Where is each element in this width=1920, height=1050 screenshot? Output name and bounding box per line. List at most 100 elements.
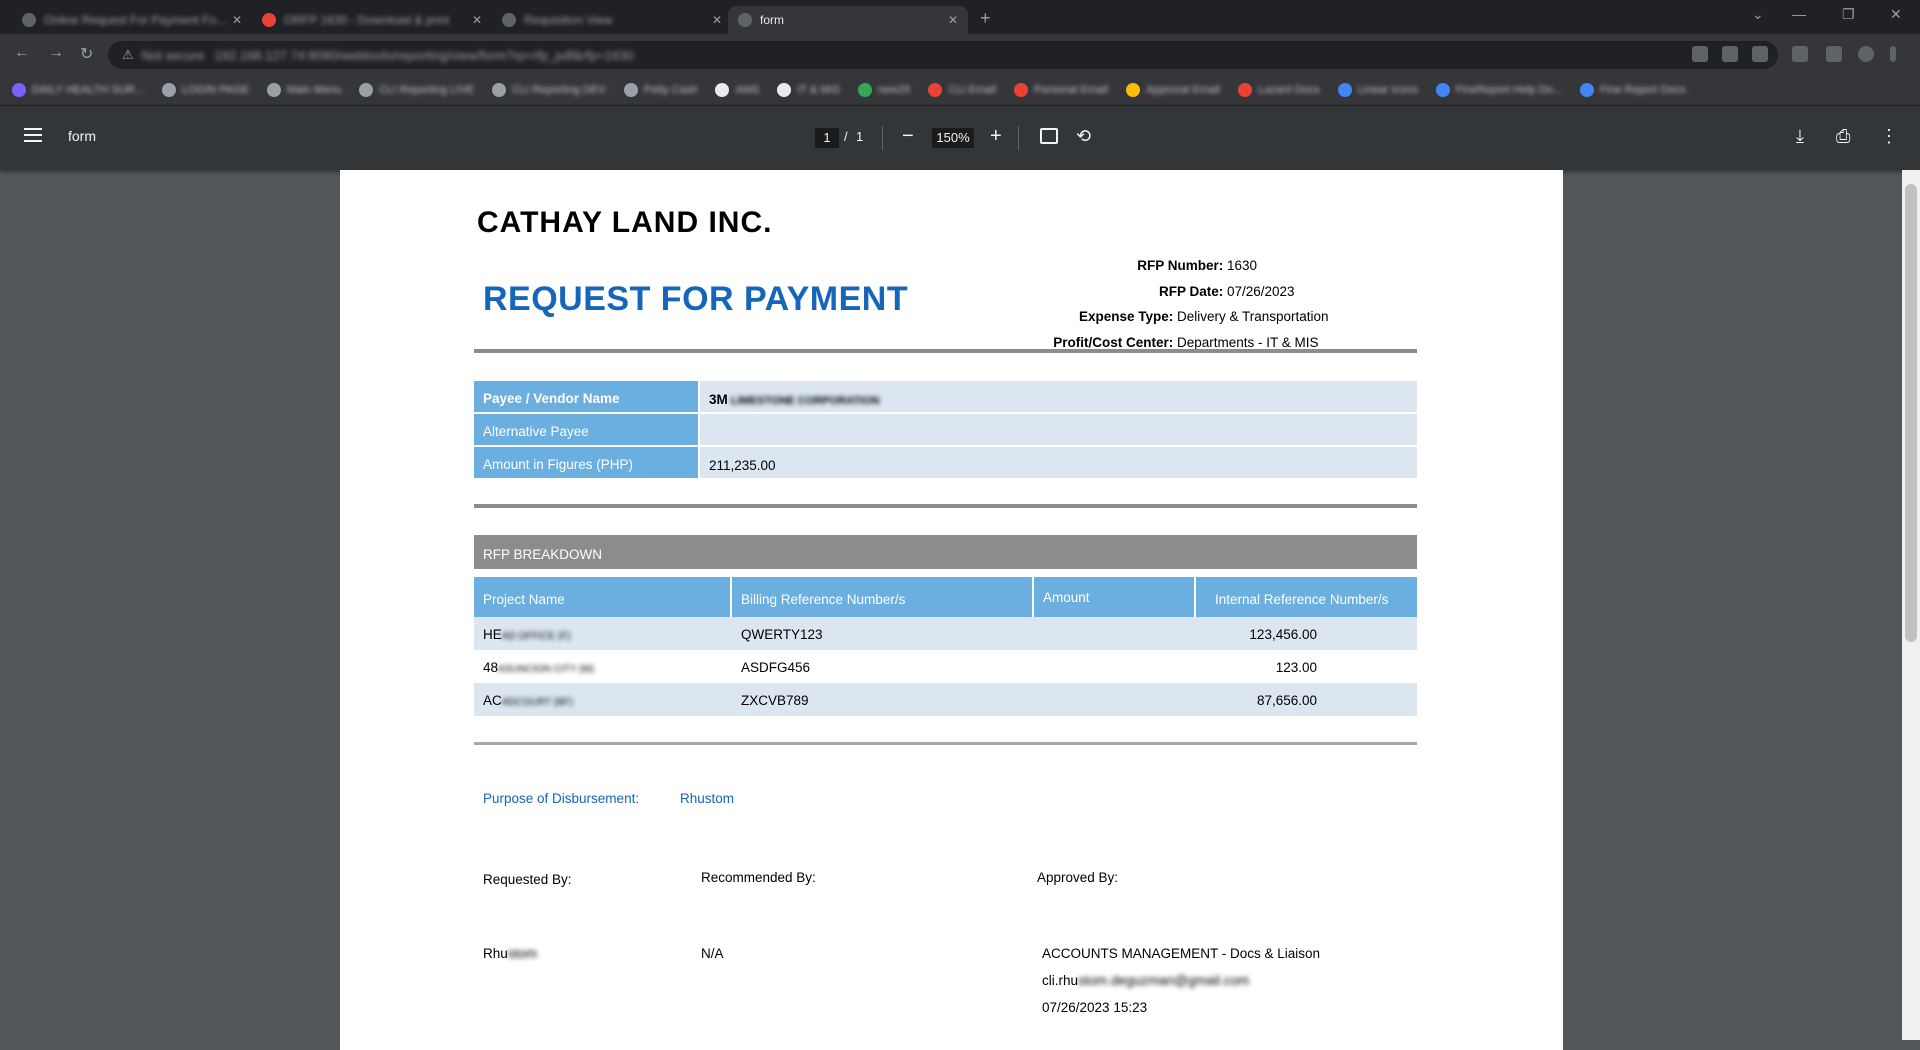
bookmark-icon: [857, 82, 872, 97]
close-tab-icon[interactable]: ✕: [712, 13, 722, 27]
table-row: HEAD OFFICE (F) QWERTY123 123,456.00: [474, 617, 1417, 650]
zoom-out-icon[interactable]: −: [902, 126, 914, 146]
rfp-number-label: RFP Number:: [1137, 258, 1224, 273]
project-name-cell: ACADCOURT (BF): [483, 693, 573, 708]
bookmark-icon: [12, 82, 26, 97]
bookmark-item[interactable]: new25: [857, 82, 910, 97]
column-header: Internal Reference Number/s: [1196, 577, 1417, 617]
bookmark-icon: [266, 82, 281, 97]
section-divider: [474, 349, 1417, 353]
minimize-icon[interactable]: —: [1792, 6, 1806, 22]
project-redacted: AD OFFICE (F): [501, 631, 571, 642]
security-label: Not secure: [141, 47, 205, 63]
browser-tab[interactable]: Online Request For Payment Fo... ✕: [12, 6, 252, 34]
bookmark-item[interactable]: Petty Cash: [623, 82, 697, 97]
column-header: Amount: [1034, 577, 1194, 617]
more-options-icon[interactable]: ⋮: [1880, 126, 1898, 146]
zoom-level-input[interactable]: 150%: [932, 128, 974, 148]
tab-favicon-icon: [262, 13, 276, 27]
requested-by-name: Rhustom: [483, 946, 537, 961]
close-tab-icon[interactable]: ✕: [948, 13, 958, 27]
rotate-icon[interactable]: ⟲: [1076, 126, 1091, 146]
bookmark-icon: [777, 82, 792, 97]
browser-tab[interactable]: Requisition View ✕: [492, 6, 732, 34]
scrollbar-thumb[interactable]: [1905, 184, 1917, 642]
bookmark-icon: [1014, 82, 1029, 97]
rfp-date-label: RFP Date:: [1158, 284, 1224, 299]
maximize-icon[interactable]: ❐: [1842, 6, 1855, 23]
close-tab-icon[interactable]: ✕: [232, 13, 242, 27]
table-row: ACADCOURT (BF) ZXCVB789 87,656.00: [474, 683, 1417, 716]
download-icon[interactable]: ⤓: [1796, 126, 1804, 146]
rfp-date-line: RFP Date: 07/26/2023: [1159, 284, 1355, 299]
bookmark-icon: [928, 82, 943, 97]
project-name-cell: HEAD OFFICE (F): [483, 627, 571, 642]
tab-search-icon[interactable]: ⌄: [1752, 6, 1764, 23]
print-icon[interactable]: ⎙: [1836, 126, 1850, 146]
rfp-date-value: 07/26/2023: [1227, 284, 1295, 299]
back-icon[interactable]: ←: [14, 44, 30, 62]
browser-tab-strip: Online Request For Payment Fo... ✕ ORFP …: [0, 0, 1920, 34]
zoom-icon[interactable]: [1692, 46, 1708, 62]
bookmark-item[interactable]: CLI Reporting DEV: [492, 82, 606, 97]
tab-favicon-icon: [738, 13, 752, 27]
alt-payee-value: [700, 414, 1417, 445]
approved-email-redacted: stom.deguzman@gmail.com: [1078, 973, 1250, 988]
bookmark-item[interactable]: DAILY HEALTH SUR...: [12, 82, 144, 97]
purpose-value: Rhustom: [680, 791, 735, 806]
expense-type-line: Expense Type: Delivery & Transportation: [1079, 309, 1355, 324]
browser-menu-icon[interactable]: [1890, 46, 1896, 62]
forward-icon[interactable]: →: [48, 44, 64, 62]
browser-tab[interactable]: ORFP 1630 - Download & print ✕: [252, 6, 492, 34]
bookmark-item[interactable]: IT & MIS: [777, 82, 840, 97]
bookmark-item[interactable]: FineReport Help Do...: [1435, 82, 1562, 97]
bookmark-item[interactable]: Main Menu: [266, 82, 341, 97]
bookmark-icon: [1435, 82, 1450, 97]
fit-to-page-icon[interactable]: [1040, 128, 1058, 144]
extension-icon[interactable]: [1792, 46, 1808, 62]
zoom-in-icon[interactable]: +: [990, 126, 1002, 146]
bookmark-star-icon[interactable]: [1752, 46, 1768, 62]
requested-by-label: Requested By:: [483, 872, 572, 887]
amount-row: Amount in Figures (PHP) 211,235.00: [474, 447, 1417, 478]
amount-label: Amount in Figures (PHP): [474, 447, 698, 478]
new-tab-icon[interactable]: +: [980, 8, 991, 29]
bookmark-item[interactable]: AMS: [715, 82, 759, 97]
browser-tab-active[interactable]: form ✕: [728, 6, 968, 34]
cost-center-label: Profit/Cost Center:: [1053, 335, 1174, 350]
close-tab-icon[interactable]: ✕: [472, 13, 482, 27]
not-secure-warning-icon[interactable]: ⚠: [122, 47, 134, 63]
close-window-icon[interactable]: ✕: [1890, 6, 1902, 23]
project-visible: 48: [483, 660, 499, 675]
bookmark-item[interactable]: Personal Email: [1014, 82, 1108, 97]
company-name: CATHAY LAND INC.: [477, 206, 773, 239]
payee-visible: 3M: [709, 392, 728, 407]
reload-icon[interactable]: ↻: [80, 44, 93, 64]
bookmark-item[interactable]: Approval Email: [1126, 82, 1220, 97]
bookmark-icon: [715, 82, 730, 97]
pdf-page: CATHAY LAND INC. REQUEST FOR PAYMENT RFP…: [340, 170, 1563, 1050]
bookmark-item[interactable]: Linear Icons: [1337, 82, 1418, 97]
sidebar-menu-icon[interactable]: [24, 128, 42, 142]
side-panel-icon[interactable]: [1826, 46, 1842, 62]
purpose-label: Purpose of Disbursement:: [483, 791, 640, 806]
address-bar[interactable]: ⚠ Not secure 192.168.127.74:8080/webtool…: [108, 41, 1778, 69]
payee-row: Payee / Vendor Name 3M LIMESTONE CORPORAT…: [474, 381, 1417, 412]
alt-payee-label: Alternative Payee: [474, 414, 698, 445]
approved-by-name: ACCOUNTS MANAGEMENT - Docs & Liaison: [1042, 946, 1321, 961]
bookmark-item[interactable]: CLI Reporting LIVE: [359, 82, 474, 97]
alt-payee-row: Alternative Payee: [474, 414, 1417, 445]
url-text: 192.168.127.74:8080/webtools/reporting/v…: [214, 47, 634, 63]
approved-by-label: Approved By:: [1037, 870, 1119, 885]
bookmark-item[interactable]: LOGIN PAGE: [161, 82, 249, 97]
share-icon[interactable]: [1722, 46, 1738, 62]
bookmark-item[interactable]: Fine Report Docs: [1580, 82, 1686, 97]
page-number-input[interactable]: 1: [815, 128, 839, 148]
profile-avatar[interactable]: [1858, 46, 1874, 62]
cost-center-value: Departments - IT & MIS: [1177, 335, 1319, 350]
rfp-number-value: 1630: [1227, 258, 1258, 273]
bookmark-icon: [359, 82, 374, 97]
bookmark-item[interactable]: CLI Email: [928, 82, 996, 97]
bookmark-item[interactable]: Lazard Docs: [1238, 82, 1320, 97]
approved-by-email: cli.rhustom.deguzman@gmail.com: [1042, 973, 1249, 988]
